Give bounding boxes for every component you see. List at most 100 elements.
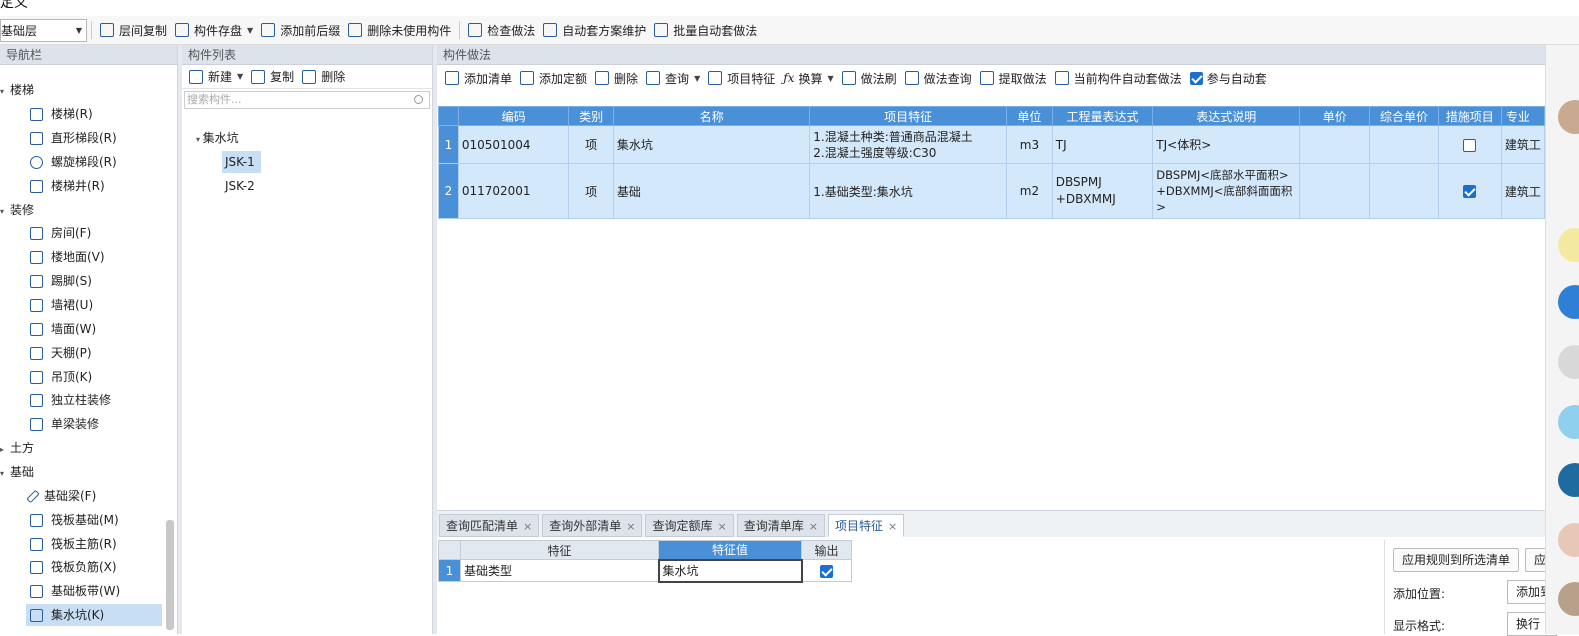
- add-bill-button[interactable]: 添加清单: [441, 67, 516, 89]
- nav-group-decoration[interactable]: ▾ 装修: [0, 199, 34, 221]
- column-header[interactable]: 单价: [1299, 106, 1371, 126]
- new-component-button[interactable]: 新建 ▼: [185, 66, 247, 88]
- close-icon[interactable]: ×: [626, 520, 635, 533]
- column-header[interactable]: 特征值: [658, 540, 802, 560]
- cell-expression[interactable]: TJ: [1051, 125, 1154, 164]
- convert-button[interactable]: ƒx 换算 ▼: [779, 67, 837, 89]
- tab-bill-library[interactable]: 查询清单库 ×: [736, 514, 825, 537]
- apply-rule-button[interactable]: 应用规则到所选清单: [1393, 548, 1520, 572]
- row-number[interactable]: 1: [438, 559, 461, 582]
- nav-item-ceiling[interactable]: 天棚(P): [30, 342, 92, 364]
- table-row[interactable]: 1 基础类型 集水坑: [438, 558, 852, 583]
- component-item-jsk-1[interactable]: JSK-1: [222, 151, 261, 173]
- collapse-icon[interactable]: ▾: [0, 201, 10, 223]
- checkbox-unchecked-icon[interactable]: [1463, 138, 1477, 152]
- tab-match-bill[interactable]: 查询匹配清单 ×: [439, 514, 540, 537]
- nav-item-foundation-strip[interactable]: 基础板带(W): [30, 580, 120, 602]
- column-header[interactable]: 项目特征: [809, 106, 1008, 126]
- cell-expression-desc[interactable]: DBSPMJ<底部水平面积> +DBXMMJ<底部斜面面积 >: [1152, 163, 1301, 219]
- cell-type[interactable]: 项: [568, 125, 614, 164]
- cell-specialty[interactable]: 建筑工: [1500, 163, 1546, 219]
- nav-item-column-decoration[interactable]: 独立柱装修: [30, 389, 111, 411]
- expand-icon[interactable]: ▸: [0, 439, 10, 461]
- close-icon[interactable]: ×: [809, 520, 818, 533]
- nav-item-wall-surface[interactable]: 墙面(W): [30, 318, 96, 340]
- cell-composite-price[interactable]: [1369, 163, 1439, 219]
- cell-unit[interactable]: m3: [1006, 125, 1053, 164]
- column-header[interactable]: 专业: [1500, 106, 1546, 126]
- chevron-down-icon[interactable]: ▼: [694, 74, 700, 83]
- nav-item-dado[interactable]: 墙裙(U): [30, 294, 93, 316]
- add-prefix-suffix-button[interactable]: 添加前后缀: [257, 19, 344, 41]
- nav-item-beam-decoration[interactable]: 单梁装修: [30, 413, 99, 435]
- column-header[interactable]: 编码: [457, 106, 570, 126]
- nav-item-suspended-ceiling[interactable]: 吊顶(K): [30, 366, 92, 388]
- nav-item-stairs[interactable]: 楼梯(R): [30, 103, 93, 125]
- avatar[interactable]: [1558, 228, 1579, 262]
- component-tree-root[interactable]: ▾ 集水坑: [196, 128, 239, 148]
- chevron-down-icon[interactable]: ▼: [247, 26, 253, 35]
- search-icon[interactable]: [414, 95, 423, 104]
- checkbox-checked-icon[interactable]: [1463, 185, 1477, 198]
- column-header[interactable]: 输出: [801, 540, 852, 560]
- participate-auto-checkbox[interactable]: 参与自动套: [1186, 67, 1271, 89]
- cell-unit[interactable]: m2: [1006, 163, 1053, 219]
- cell-unit-price[interactable]: [1299, 125, 1371, 164]
- chevron-down-icon[interactable]: ▼: [827, 74, 833, 83]
- nav-item-floor[interactable]: 楼地面(V): [30, 246, 105, 268]
- nav-item-foundation-beam[interactable]: 基础梁(F): [26, 485, 96, 507]
- feature-value-input[interactable]: 集水坑: [657, 558, 803, 583]
- tab-quota-library[interactable]: 查询定额库 ×: [645, 514, 734, 537]
- column-header[interactable]: 类别: [568, 106, 614, 126]
- tab-external-bill[interactable]: 查询外部清单 ×: [542, 514, 643, 537]
- row-number[interactable]: 1: [438, 125, 459, 164]
- add-quota-button[interactable]: 添加定额: [516, 67, 591, 89]
- column-header[interactable]: 表达式说明: [1152, 106, 1301, 126]
- method-brush-button[interactable]: 做法刷: [838, 67, 901, 89]
- column-header[interactable]: 特征: [460, 540, 659, 560]
- checkbox-checked-icon[interactable]: [1189, 71, 1203, 85]
- chevron-down-icon[interactable]: ▼: [237, 72, 243, 81]
- floor-select[interactable]: 基础层 ▼: [0, 18, 87, 42]
- cell-composite-price[interactable]: [1369, 125, 1439, 164]
- nav-item-skirting[interactable]: 踢脚(S): [30, 270, 92, 292]
- nav-group-foundation[interactable]: ▾ 基础: [0, 461, 34, 483]
- cell-output[interactable]: [801, 559, 852, 582]
- avatar[interactable]: [1558, 345, 1579, 379]
- auto-apply-current-button[interactable]: 当前构件自动套做法: [1051, 67, 1186, 89]
- delete-unused-button[interactable]: 删除未使用构件: [344, 19, 455, 41]
- nav-scrollbar[interactable]: [166, 520, 174, 630]
- check-method-button[interactable]: 检查做法: [464, 19, 539, 41]
- nav-item-raft-main-rebar[interactable]: 筏板主筋(R): [30, 533, 117, 555]
- column-header[interactable]: 工程量表达式: [1051, 106, 1154, 126]
- cell-name[interactable]: 基础: [612, 163, 811, 219]
- copy-component-button[interactable]: 复制: [247, 66, 298, 88]
- column-header[interactable]: 综合单价: [1369, 106, 1439, 126]
- cell-unit-price[interactable]: [1299, 163, 1371, 219]
- cell-type[interactable]: 项: [568, 163, 614, 219]
- column-header[interactable]: 名称: [612, 106, 811, 126]
- cell-feature-name[interactable]: 基础类型: [460, 559, 659, 582]
- avatar[interactable]: [1558, 100, 1579, 134]
- extract-method-button[interactable]: 提取做法: [976, 67, 1051, 89]
- cell-code[interactable]: 010501004: [457, 125, 570, 164]
- item-feature-button[interactable]: 项目特征: [704, 67, 779, 89]
- avatar[interactable]: [1558, 582, 1579, 616]
- nav-group-earthwork[interactable]: ▸ 土方: [0, 437, 34, 459]
- close-icon[interactable]: ×: [523, 520, 532, 533]
- close-icon[interactable]: ×: [717, 520, 726, 533]
- component-item-jsk-2[interactable]: JSK-2: [225, 175, 255, 197]
- batch-auto-button[interactable]: 批量自动套做法: [650, 19, 761, 41]
- cell-feature[interactable]: 1.混凝土种类:普通商品混凝土 2.混凝土强度等级:C30: [809, 125, 1008, 164]
- floor-copy-button[interactable]: 层间复制: [96, 19, 171, 41]
- cell-expression[interactable]: DBSPMJ +DBXMMJ: [1051, 163, 1154, 219]
- nav-item-raft-foundation[interactable]: 筏板基础(M): [30, 509, 119, 531]
- cell-feature[interactable]: 1.基础类型:集水坑: [809, 163, 1008, 219]
- avatar[interactable]: [1558, 405, 1579, 439]
- cell-name[interactable]: 集水坑: [612, 125, 811, 164]
- cell-measure-item[interactable]: [1437, 125, 1502, 164]
- cell-measure-item[interactable]: [1437, 163, 1502, 219]
- delete-component-button[interactable]: 删除: [298, 66, 349, 88]
- column-header[interactable]: 单位: [1006, 106, 1053, 126]
- column-header[interactable]: 措施项目: [1437, 106, 1502, 126]
